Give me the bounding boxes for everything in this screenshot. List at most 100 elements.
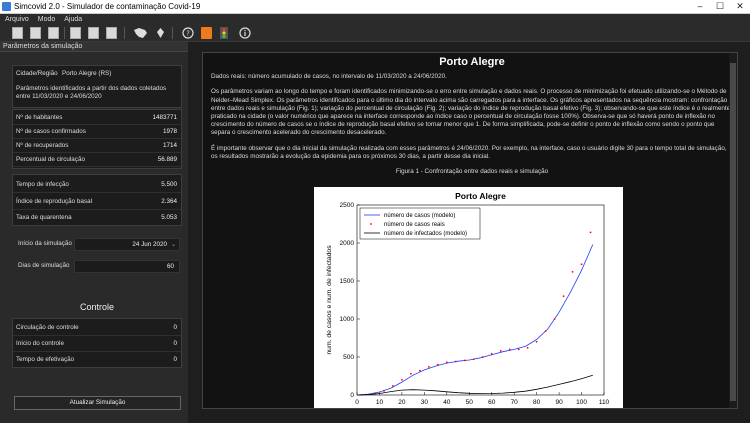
legend-label: número de casos (modelo) xyxy=(384,213,455,219)
x-tick-label: 40 xyxy=(443,399,451,406)
region-value[interactable]: Porto Alegre (RS) xyxy=(62,70,111,77)
x-tick-label: 20 xyxy=(398,399,406,406)
x-tick-label: 10 xyxy=(376,399,384,406)
region-note: Parâmetros identificados a partir dos da… xyxy=(16,85,167,100)
minimize-button[interactable]: – xyxy=(690,0,710,14)
controle-box: Circulação de controle 0 Início do contro… xyxy=(12,318,182,368)
region-label: Cidade/Região xyxy=(16,70,58,77)
close-button[interactable]: ✕ xyxy=(730,0,750,14)
data-point xyxy=(580,263,583,266)
orange-book-icon[interactable] xyxy=(201,27,212,39)
data-point xyxy=(571,270,574,273)
help-icon[interactable]: ? xyxy=(182,27,194,39)
y-axis-label: num. de casos e num. de infectados xyxy=(326,245,333,355)
chart: Porto Alegre 0 10 20 30 40 50 60 70 80 90 100 110 0 50… xyxy=(314,187,623,408)
param-row[interactable]: Índice de reprodução basal 2.364 xyxy=(13,194,181,210)
report-paragraph: É importante observar que o dia inicial … xyxy=(211,144,727,160)
data-point xyxy=(401,378,403,381)
x-tick-label: 90 xyxy=(555,399,563,406)
y-tick-label: 1000 xyxy=(340,316,355,323)
stat-row: Nº de casos confirmados 1978 xyxy=(13,125,181,139)
doc-icon[interactable] xyxy=(106,27,117,39)
stat-row: Nº de habitantes 1483771 xyxy=(13,111,181,125)
chart-svg: Porto Alegre 0 10 20 30 40 50 60 70 80 90 100 110 0 50… xyxy=(326,191,610,406)
data-point xyxy=(535,340,538,343)
region-box: Cidade/Região Porto Alegre (RS) Parâmetr… xyxy=(12,65,182,108)
legend-marker xyxy=(370,223,372,225)
controle-row[interactable]: Circulação de controle 0 xyxy=(13,320,181,336)
brazil-map-icon[interactable] xyxy=(132,27,148,39)
chart-title: Porto Alegre xyxy=(455,191,506,201)
stat-row: Nº de recuperados 1714 xyxy=(13,139,181,153)
stat-row: Percentual de circulação 56.889 xyxy=(13,153,181,167)
svg-text:?: ? xyxy=(186,30,190,38)
traffic-light-icon[interactable] xyxy=(219,27,229,39)
param-row[interactable]: Tempo de infecção 5.500 xyxy=(13,177,181,193)
toolbar: ? xyxy=(0,24,750,42)
data-point xyxy=(526,346,529,349)
params-box: Tempo de infecção 5.500 Índice de reprodu… xyxy=(12,174,182,226)
doc-icon[interactable] xyxy=(88,27,99,39)
days-input[interactable]: 60 xyxy=(74,260,180,273)
y-tick-label: 2500 xyxy=(340,202,355,209)
data-point xyxy=(589,231,592,234)
doc-icon[interactable] xyxy=(70,27,81,39)
y-tick-label: 1500 xyxy=(340,278,355,285)
data-point xyxy=(454,360,457,363)
doc-icon[interactable] xyxy=(48,27,59,39)
window-title: Simcovid 2.0 - Simulador de contaminação… xyxy=(14,2,201,11)
data-point xyxy=(427,365,430,368)
report-paragraph: Os parâmetros variam ao longo do tempo e… xyxy=(211,88,731,137)
y-tick-label: 2000 xyxy=(340,240,355,247)
data-point xyxy=(392,384,394,387)
data-point xyxy=(409,372,412,375)
x-tick-label: 110 xyxy=(599,399,610,406)
data-point xyxy=(544,330,547,333)
controle-row[interactable]: Tempo de efetivação 0 xyxy=(13,352,181,368)
data-point xyxy=(508,348,511,351)
stats-box: Nº de habitantes 1483771 Nº de casos conf… xyxy=(12,109,182,169)
doc-icon[interactable] xyxy=(30,27,41,39)
x-tick-label: 0 xyxy=(355,399,359,406)
data-point xyxy=(472,358,475,361)
x-tick-label: 100 xyxy=(576,399,587,406)
legend-label: número de casos reais xyxy=(384,222,445,228)
start-label: Início da simulação xyxy=(18,240,72,247)
x-tick-label: 80 xyxy=(533,399,541,406)
pin-icon[interactable] xyxy=(155,27,166,39)
legend-label: número de infectados (modelo) xyxy=(384,231,467,237)
menu-ajuda[interactable]: Ajuda xyxy=(64,16,82,23)
data-point xyxy=(463,359,466,362)
y-tick-label: 500 xyxy=(343,354,354,361)
maximize-button[interactable]: ☐ xyxy=(710,0,730,14)
panel-header: Parâmetros da simulação xyxy=(0,42,188,52)
y-tick-label: 0 xyxy=(350,392,354,399)
data-point xyxy=(499,350,502,352)
info-icon[interactable] xyxy=(239,27,251,39)
menu-modo[interactable]: Modo xyxy=(38,16,56,23)
param-row[interactable]: Taxa de quarentena 5.053 xyxy=(13,210,181,226)
vertical-scrollbar[interactable] xyxy=(729,53,737,408)
start-date-picker[interactable]: 24 Jun 2020 ⌄ xyxy=(74,238,180,251)
x-tick-label: 50 xyxy=(466,399,474,406)
days-label: Dias de simulação xyxy=(18,262,70,269)
x-tick-label: 70 xyxy=(511,399,519,406)
figure-caption: Figura 1 - Confrontação entre dados reai… xyxy=(395,168,549,176)
app-icon xyxy=(2,2,11,11)
controle-heading: Controle xyxy=(79,302,115,312)
menu-bar: Arquivo Modo Ajuda xyxy=(0,14,750,24)
menu-arquivo[interactable]: Arquivo xyxy=(5,16,29,23)
data-point xyxy=(436,363,439,366)
horizontal-scrollbar[interactable] xyxy=(202,409,738,418)
report-panel: Porto Alegre Dados reais: número acumula… xyxy=(202,52,738,409)
data-point xyxy=(517,348,520,351)
new-doc-icon[interactable] xyxy=(12,27,23,39)
data-point xyxy=(490,353,493,355)
title-bar: Simcovid 2.0 - Simulador de contaminação… xyxy=(0,0,750,14)
data-point xyxy=(418,369,421,372)
chevron-down-icon: ⌄ xyxy=(170,241,176,248)
x-tick-label: 30 xyxy=(421,399,429,406)
data-point xyxy=(553,318,556,320)
update-simulation-button[interactable]: Atualizar Simulação xyxy=(14,396,181,410)
controle-row[interactable]: Início do controle 0 xyxy=(13,336,181,352)
